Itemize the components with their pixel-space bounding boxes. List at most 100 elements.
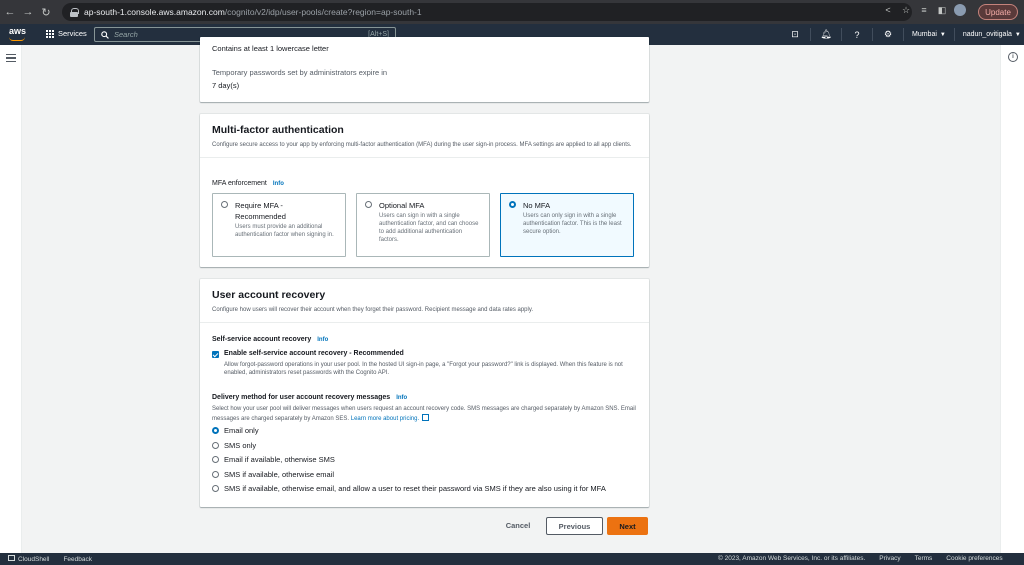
mfa-option-label-line2: Recommended (235, 212, 286, 221)
notifications-bell-icon[interactable]: 🔔︎ (819, 29, 833, 40)
external-link-icon (422, 414, 430, 421)
delivery-option-sms-else-email-mfa[interactable]: SMS if available, otherwise email, and a… (212, 484, 606, 493)
share-icon[interactable]: < (882, 5, 894, 15)
mfa-option-desc: Users must provide an additional authent… (235, 224, 334, 238)
temp-password-expiry-value: 7 day(s) (212, 81, 240, 90)
delivery-option-sms-else-email[interactable]: SMS if available, otherwise email (212, 470, 334, 479)
radio-email-only[interactable] (212, 427, 219, 434)
mfa-option-label: No MFA (523, 201, 551, 210)
search-icon (101, 30, 109, 39)
radio-sms-else-email-mfa[interactable] (212, 485, 219, 492)
hamburger-menu-icon[interactable] (6, 54, 16, 62)
radio-no-mfa[interactable] (509, 201, 516, 208)
side-panel-icon[interactable]: ◧ (936, 5, 948, 16)
cloudshell-link[interactable]: CloudShell (8, 555, 49, 563)
password-policy-panel: Contains at least 1 lowercase letter Tem… (200, 37, 649, 102)
services-menu[interactable]: Services (46, 29, 87, 38)
temp-password-expiry-label: Temporary passwords set by administrator… (212, 68, 388, 77)
enable-self-service-desc: Allow forgot-password operations in your… (224, 362, 623, 376)
cancel-button[interactable]: Cancel (499, 517, 537, 534)
info-panel-icon[interactable]: i (1008, 52, 1018, 62)
region-selector[interactable]: Mumbai ▼ (912, 31, 946, 38)
radio-sms-only[interactable] (212, 442, 219, 449)
self-service-row: Self-service account recovery Info (212, 336, 328, 343)
delivery-option-label: Email only (224, 426, 259, 435)
cloudshell-label: CloudShell (18, 556, 50, 563)
mfa-panel-header: Multi-factor authentication Configure se… (200, 114, 649, 158)
cloudshell-icon (8, 555, 15, 561)
url-path: /cognito/v2/idp/user-pools/create?region… (224, 7, 422, 17)
mfa-option-desc: Users can only sign in with a single aut… (523, 213, 622, 235)
mfa-title: Multi-factor authentication (212, 124, 344, 136)
account-menu[interactable]: nadun_ovitigala ▼ (963, 31, 1021, 38)
address-bar[interactable]: ap-south-1.console.aws.amazon.com/cognit… (62, 3, 912, 21)
mfa-enforcement-row: MFA enforcement Info (212, 180, 284, 187)
mfa-option-label-line1: Require MFA - (235, 201, 283, 210)
radio-sms-else-email[interactable] (212, 471, 219, 478)
privacy-link[interactable]: Privacy (879, 555, 900, 562)
delivery-option-sms-only[interactable]: SMS only (212, 441, 256, 450)
mfa-options: Require MFA - Recommended Users must prov… (212, 193, 634, 257)
delivery-method-label: Delivery method for user account recover… (212, 394, 391, 401)
mfa-option-none[interactable]: No MFA Users can only sign in with a sin… (500, 193, 634, 257)
delivery-option-email-else-sms[interactable]: Email if available, otherwise SMS (212, 455, 335, 464)
console-footer: CloudShell Feedback © 2023, Amazon Web S… (0, 553, 1024, 565)
mfa-panel: Multi-factor authentication Configure se… (200, 114, 649, 267)
media-icon[interactable]: ≡ (918, 5, 930, 15)
delivery-method-row: Delivery method for user account recover… (212, 394, 407, 401)
enable-self-service-checkbox[interactable] (212, 351, 219, 358)
mfa-option-label: Optional MFA (379, 201, 425, 210)
mfa-description: Configure secure access to your app by e… (212, 142, 632, 148)
delivery-option-label: SMS if available, otherwise email, and a… (224, 484, 606, 493)
delivery-info-link[interactable]: Info (396, 395, 407, 401)
mfa-option-label: Require MFA - Recommended (235, 200, 337, 222)
terms-link[interactable]: Terms (915, 555, 933, 562)
recovery-panel-header: User account recovery Configure how user… (200, 279, 649, 323)
mfa-enforcement-label: MFA enforcement (212, 180, 267, 187)
caret-down-icon: ▼ (1014, 32, 1021, 38)
region-label: Mumbai (912, 31, 937, 38)
right-tools-rail: i (1000, 45, 1024, 553)
next-button[interactable]: Next (607, 517, 648, 535)
services-label: Services (58, 29, 87, 38)
recovery-description: Configure how users will recover their a… (212, 307, 534, 313)
reload-icon[interactable]: ↻ (38, 6, 54, 19)
recovery-title: User account recovery (212, 289, 326, 301)
help-icon[interactable]: ? (850, 30, 864, 40)
delivery-option-label: SMS only (224, 441, 257, 450)
url-host: ap-south-1.console.aws.amazon.com (84, 7, 225, 17)
cloudshell-icon[interactable]: ⊡ (788, 29, 802, 40)
mfa-info-link[interactable]: Info (273, 181, 284, 187)
learn-more-pricing-link[interactable]: Learn more about pricing. (351, 416, 419, 422)
account-name: nadun_ovitigala (962, 31, 1012, 38)
delivery-option-label: Email if available, otherwise SMS (224, 455, 335, 464)
radio-require-mfa[interactable] (221, 201, 228, 208)
copyright-text: © 2023, Amazon Web Services, Inc. or its… (718, 555, 866, 562)
self-service-info-link[interactable]: Info (317, 337, 328, 343)
left-nav-rail (0, 45, 22, 553)
radio-email-else-sms[interactable] (212, 456, 219, 463)
previous-button[interactable]: Previous (546, 517, 603, 535)
self-service-label: Self-service account recovery (212, 336, 312, 343)
update-button[interactable]: Update (978, 4, 1018, 20)
aws-logo-smile (9, 37, 25, 41)
bookmark-star-icon[interactable]: ☆ (900, 5, 912, 16)
cookie-preferences-link[interactable]: Cookie preferences (946, 555, 1002, 562)
grid-icon (46, 29, 54, 38)
enable-self-service-label: Enable self-service account recovery - R… (224, 350, 404, 357)
settings-gear-icon[interactable]: ⚙ (881, 29, 895, 40)
delivery-option-label: SMS if available, otherwise email (224, 470, 335, 479)
back-arrow-icon[interactable]: ← (2, 6, 18, 18)
radio-optional-mfa[interactable] (365, 201, 372, 208)
profile-avatar[interactable] (954, 4, 966, 16)
mfa-option-optional[interactable]: Optional MFA Users can sign in with a si… (356, 193, 490, 257)
aws-logo[interactable]: aws (9, 26, 26, 36)
delivery-option-email-only[interactable]: Email only (212, 426, 259, 435)
mfa-option-require[interactable]: Require MFA - Recommended Users must prov… (212, 193, 346, 257)
lowercase-rule: Contains at least 1 lowercase letter (212, 44, 329, 53)
lock-icon (70, 7, 79, 17)
forward-arrow-icon[interactable]: → (20, 6, 36, 18)
caret-down-icon: ▼ (939, 32, 946, 38)
feedback-link[interactable]: Feedback (63, 556, 92, 563)
mfa-option-desc: Users can sign in with a single authenti… (379, 213, 479, 243)
